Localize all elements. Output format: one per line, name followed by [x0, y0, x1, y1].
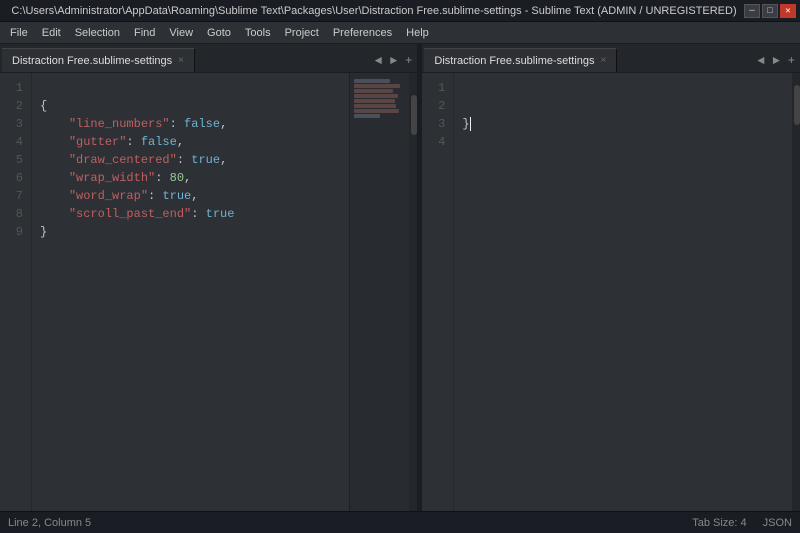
menu-item-tools[interactable]: Tools [239, 25, 277, 41]
menu-item-goto[interactable]: Goto [201, 25, 237, 41]
window-controls: ─ □ ✕ [744, 4, 796, 18]
left-tab-controls: ◄ ► + [372, 54, 416, 72]
menu-item-find[interactable]: Find [128, 25, 161, 41]
syntax-label[interactable]: JSON [763, 517, 792, 529]
title-bar: C:\Users\Administrator\AppData\Roaming\S… [0, 0, 800, 22]
left-tab-active[interactable]: Distraction Free.sublime-settings × [2, 48, 195, 72]
menu-item-preferences[interactable]: Preferences [327, 25, 398, 41]
right-scrollbar[interactable] [792, 73, 800, 511]
left-tab-bar: Distraction Free.sublime-settings × ◄ ► … [0, 44, 417, 73]
minimize-button[interactable]: ─ [744, 4, 760, 18]
right-tab-bar: Distraction Free.sublime-settings × ◄ ► … [422, 44, 800, 73]
left-scrollbar[interactable] [409, 73, 417, 511]
status-position: Line 2, Column 5 [8, 517, 692, 529]
title-bar-text: C:\Users\Administrator\AppData\Roaming\S… [4, 5, 744, 17]
right-nav-next[interactable]: ► [770, 54, 783, 68]
right-nav-prev[interactable]: ◄ [754, 54, 767, 68]
menu-bar: FileEditSelectionFindViewGotoToolsProjec… [0, 22, 800, 44]
right-pane: Distraction Free.sublime-settings × ◄ ► … [422, 44, 800, 511]
left-scrollbar-thumb[interactable] [411, 95, 417, 135]
menu-item-view[interactable]: View [163, 25, 199, 41]
menu-item-help[interactable]: Help [400, 25, 435, 41]
minimap [349, 73, 409, 511]
tab-size[interactable]: Tab Size: 4 [692, 517, 746, 529]
right-add-tab[interactable]: + [785, 54, 798, 68]
cursor-position: Line 2, Column 5 [8, 517, 91, 529]
left-tab-label: Distraction Free.sublime-settings [12, 55, 172, 67]
maximize-button[interactable]: □ [762, 4, 778, 18]
menu-item-edit[interactable]: Edit [36, 25, 67, 41]
status-right: Tab Size: 4 JSON [692, 517, 792, 529]
left-add-tab[interactable]: + [402, 54, 415, 68]
right-scrollbar-thumb[interactable] [794, 85, 800, 125]
left-code-content[interactable]: { "line_numbers": false, "gutter": false… [32, 73, 349, 511]
left-pane: Distraction Free.sublime-settings × ◄ ► … [0, 44, 418, 511]
left-nav-prev[interactable]: ◄ [372, 54, 385, 68]
right-tab-active[interactable]: Distraction Free.sublime-settings × [424, 48, 617, 72]
left-line-numbers: 1 2 3 4 5 6 7 8 9 [0, 73, 32, 511]
left-code-area[interactable]: 1 2 3 4 5 6 7 8 9 { "line_numbers": fals… [0, 73, 417, 511]
left-tab-close[interactable]: × [178, 55, 184, 66]
menu-item-selection[interactable]: Selection [69, 25, 126, 41]
status-bar: Line 2, Column 5 Tab Size: 4 JSON [0, 511, 800, 533]
right-code-content[interactable]: } [454, 73, 792, 511]
right-tab-controls: ◄ ► + [754, 54, 798, 72]
right-line-numbers: 1 2 3 4 [422, 73, 454, 511]
close-button[interactable]: ✕ [780, 4, 796, 18]
right-tab-close[interactable]: × [601, 55, 607, 66]
right-code-area[interactable]: 1 2 3 4 } [422, 73, 800, 511]
menu-item-file[interactable]: File [4, 25, 34, 41]
editor-container: Distraction Free.sublime-settings × ◄ ► … [0, 44, 800, 511]
left-nav-next[interactable]: ► [387, 54, 400, 68]
right-tab-label: Distraction Free.sublime-settings [434, 55, 594, 67]
menu-item-project[interactable]: Project [279, 25, 325, 41]
